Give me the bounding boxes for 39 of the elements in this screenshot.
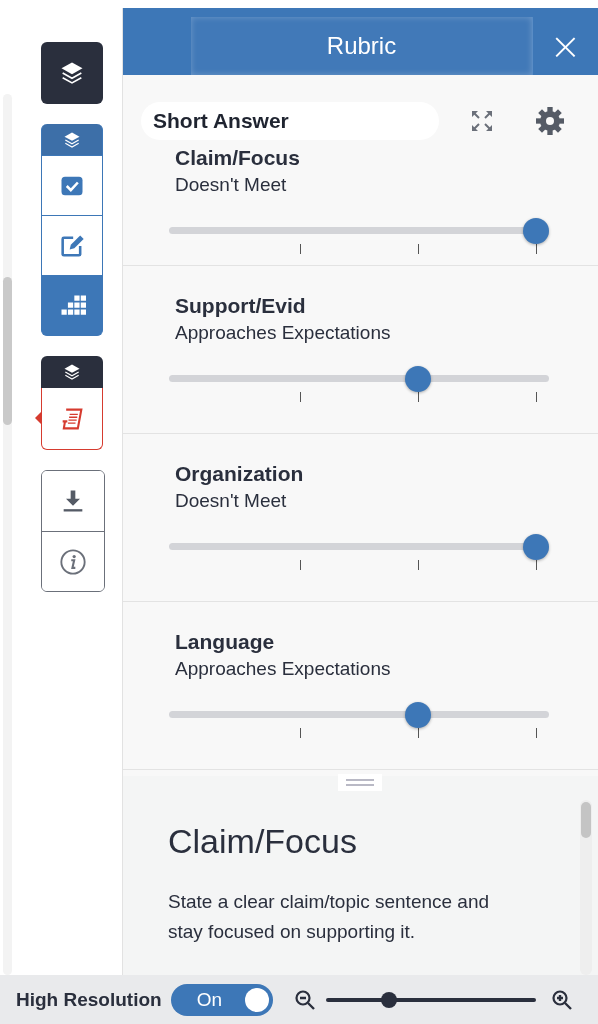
high-resolution-toggle[interactable]: On (170, 983, 273, 1016)
info-icon (59, 547, 87, 576)
layers-tool-button[interactable] (41, 356, 103, 388)
scrollbar-thumb[interactable] (581, 802, 591, 838)
checkbox-tool-button[interactable] (41, 156, 103, 216)
layers-tool-button[interactable] (41, 42, 103, 104)
scrollbar-thumb[interactable] (3, 277, 12, 425)
zoom-in-icon[interactable] (549, 987, 574, 1012)
rating-slider[interactable] (169, 702, 549, 738)
description-text: State a clear claim/topic sentence and stay focused on supporting it. (168, 890, 491, 944)
grid-tool-button[interactable] (41, 276, 103, 336)
rating-slider[interactable] (169, 366, 549, 402)
rubric-name-field[interactable]: Short Answer (141, 102, 439, 140)
high-resolution-label: High Resolution (16, 988, 162, 1011)
settings-icon[interactable] (534, 105, 566, 137)
rating-slider[interactable] (169, 218, 549, 254)
slider-thumb[interactable] (405, 702, 432, 728)
slider-thumb[interactable] (523, 218, 549, 244)
criterion-rating: Doesn't Meet (175, 174, 288, 196)
info-tool-button[interactable] (42, 531, 104, 591)
criterion-rating: Approaches Expectations (175, 322, 392, 344)
rating-slider[interactable] (169, 534, 549, 570)
description-title: Claim/Focus (168, 822, 358, 861)
document-tool-button[interactable] (41, 388, 103, 450)
resize-handle[interactable] (338, 774, 382, 791)
layers-icon (62, 362, 82, 382)
criterion-name: Organization (175, 462, 305, 486)
slider-thumb[interactable] (523, 534, 549, 560)
slider-thumb[interactable] (405, 366, 432, 392)
criterion-name: Language (175, 630, 276, 654)
criterion-name: Claim/Focus (175, 146, 301, 170)
criterion-name: Support/Evid (175, 294, 307, 318)
expand-icon[interactable] (470, 109, 494, 133)
edit-tool-button[interactable] (41, 216, 103, 276)
panel-title: Rubric (326, 32, 397, 60)
criterion-rating: Approaches Expectations (175, 658, 392, 680)
criterion-rating: Doesn't Meet (175, 490, 288, 512)
zoom-out-icon[interactable] (292, 987, 317, 1012)
zoom-slider-thumb[interactable] (380, 991, 397, 1008)
